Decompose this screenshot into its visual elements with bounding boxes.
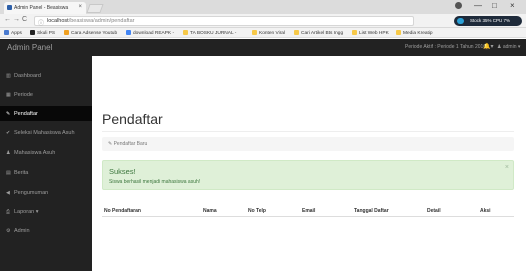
dashboard-icon: ▥ — [6, 73, 11, 79]
title-divider — [102, 131, 514, 132]
sidebar-item-label: Laporan — [14, 209, 35, 215]
breadcrumb-current: Pendaftar Baru — [113, 141, 148, 147]
bookmark-icon — [30, 30, 35, 35]
user-name: admin — [502, 44, 517, 50]
sidebar-item-label: Admin — [14, 228, 30, 234]
browser-tab-strip: Admin Panel - Beasiswa × — □ × — [0, 0, 526, 14]
url-input[interactable]: ⓘ localhost/beasiswa/admin/pendaftar — [34, 16, 414, 27]
bookmark-item[interactable]: download REAPK - — [126, 30, 174, 36]
sidebar: ▥ Dashboard ▦ Periode ✎ Pendaftar ✔ Seleksi … — [0, 56, 92, 271]
sidebar-item-admin[interactable]: ⚙ Admin — [0, 223, 92, 238]
column-header[interactable]: Email — [302, 208, 315, 214]
column-header[interactable]: No Telp — [248, 208, 266, 214]
printer-icon: ⎙ — [6, 209, 11, 215]
apps-icon — [4, 30, 9, 35]
bookmark-folder[interactable]: Media Kreatip — [396, 30, 433, 36]
sidebar-item-berita[interactable]: ▤ Berita — [0, 165, 92, 180]
sidebar-item-label: Pendaftar — [14, 111, 38, 117]
bookmark-folder[interactable]: Cari Artikel Bts Ingg — [294, 30, 343, 36]
minimize-icon[interactable]: — — [474, 1, 482, 10]
bookmark-item[interactable]: Cara Adsense Youtub — [64, 30, 117, 36]
user-menu[interactable]: ♟ admin ▾ — [497, 44, 520, 50]
bookmark-folder[interactable]: Konten Viral — [252, 30, 285, 36]
column-header[interactable]: Tanggal Daftar — [354, 208, 389, 214]
alert-title: Sukses! — [109, 167, 136, 176]
new-tab-button[interactable] — [86, 4, 104, 13]
info-icon: ⓘ — [38, 21, 45, 27]
column-header[interactable]: Aksi — [480, 208, 491, 214]
caret-down-icon: ▾ — [34, 209, 39, 215]
folder-icon — [252, 30, 257, 35]
url-host: localhost — [47, 18, 69, 24]
megaphone-icon: ◀ — [6, 190, 10, 196]
sidebar-item-dashboard[interactable]: ▥ Dashboard — [0, 68, 92, 83]
calendar-icon: ▦ — [6, 92, 11, 98]
column-header[interactable]: No Pendaftaran — [104, 208, 141, 214]
top-navbar: Admin Panel Periode Aktif : Periode 1 Ta… — [0, 39, 526, 56]
sidebar-item-mahasiswa-asuh[interactable]: ♟ Mahasiswa Asuh — [0, 145, 92, 160]
browser-profile-icon[interactable] — [455, 2, 462, 9]
sidebar-item-label: Mahasiswa Asuh — [14, 150, 56, 156]
folder-icon — [352, 30, 357, 35]
alert-message: Siswa berhasil menjadi mahasiswa asuh! — [109, 179, 201, 185]
content-panel: Pendaftar ✎ Pendaftar Baru Sukses! Siswa… — [92, 56, 526, 271]
window-close-icon[interactable]: × — [510, 1, 515, 10]
breadcrumb: ✎ Pendaftar Baru — [102, 137, 514, 151]
folder-icon — [183, 30, 188, 35]
system-monitor-extension[interactable]: Stock 35% CPU 7% — [454, 16, 522, 26]
gear-icon: ⚙ — [6, 228, 11, 234]
maximize-icon[interactable]: □ — [492, 1, 497, 10]
favicon-icon — [7, 5, 12, 10]
page-title: Pendaftar — [102, 111, 163, 127]
user-icon: ♟ — [6, 150, 11, 156]
check-icon: ✔ — [6, 130, 11, 136]
back-icon[interactable]: ← — [4, 16, 11, 23]
monitor-icon — [457, 18, 464, 24]
forward-icon[interactable]: → — [13, 16, 20, 23]
success-alert: Sukses! Siswa berhasil menjadi mahasiswa… — [102, 160, 514, 190]
bookmark-folder[interactable]: TA BOSKU JURNAL - — [183, 30, 236, 36]
browser-tab[interactable]: Admin Panel - Beasiswa × — [4, 2, 86, 14]
sidebar-item-pendaftar[interactable]: ✎ Pendaftar — [0, 106, 92, 121]
bookmark-folder[interactable]: List Web HPK — [352, 30, 389, 36]
bookmark-item[interactable]: Skuli PS — [30, 30, 55, 36]
sidebar-item-laporan[interactable]: ⎙ Laporan ▾ — [0, 204, 92, 219]
edit-icon: ✎ — [6, 111, 11, 117]
bookmark-icon — [64, 30, 69, 35]
sidebar-item-periode[interactable]: ▦ Periode — [0, 87, 92, 102]
bookmark-apps[interactable]: Apps — [4, 30, 22, 36]
sidebar-item-label: Pengumuman — [14, 190, 49, 196]
notification-bell-icon[interactable]: 🔔▾ — [483, 43, 493, 50]
sidebar-item-seleksi[interactable]: ✔ Seleksi Mahasiswa Asuh — [0, 125, 92, 140]
folder-icon — [294, 30, 299, 35]
sidebar-item-pengumuman[interactable]: ◀ Pengumuman — [0, 185, 92, 200]
brand-link[interactable]: Admin Panel — [7, 43, 52, 52]
news-icon: ▤ — [6, 170, 11, 176]
close-icon[interactable]: × — [505, 164, 509, 171]
table-header: No Pendaftaran Nama No Telp Email Tangga… — [102, 206, 514, 217]
sidebar-item-label: Berita — [14, 170, 29, 176]
bookmarks-bar: Apps Skuli PS Cara Adsense Youtub downlo… — [0, 28, 526, 38]
sidebar-item-label: Periode — [14, 92, 33, 98]
url-path: /beasiswa/admin/pendaftar — [68, 18, 135, 24]
sidebar-item-label: Dashboard — [14, 73, 41, 79]
column-header[interactable]: Detail — [427, 208, 441, 214]
tab-close-icon[interactable]: × — [78, 4, 82, 10]
column-header[interactable]: Nama — [203, 208, 217, 214]
folder-icon — [396, 30, 401, 35]
tab-title: Admin Panel - Beasiswa — [14, 5, 69, 11]
reload-icon[interactable]: C — [22, 16, 27, 23]
google-icon — [126, 30, 131, 35]
sidebar-item-label: Seleksi Mahasiswa Asuh — [14, 130, 75, 136]
active-period-text: Periode Aktif : Periode 1 Tahun 2016 — [405, 44, 487, 50]
address-bar-row: ← → C ⓘ localhost/beasiswa/admin/pendaft… — [0, 14, 526, 28]
extension-text: Stock 35% CPU 7% — [470, 18, 511, 23]
